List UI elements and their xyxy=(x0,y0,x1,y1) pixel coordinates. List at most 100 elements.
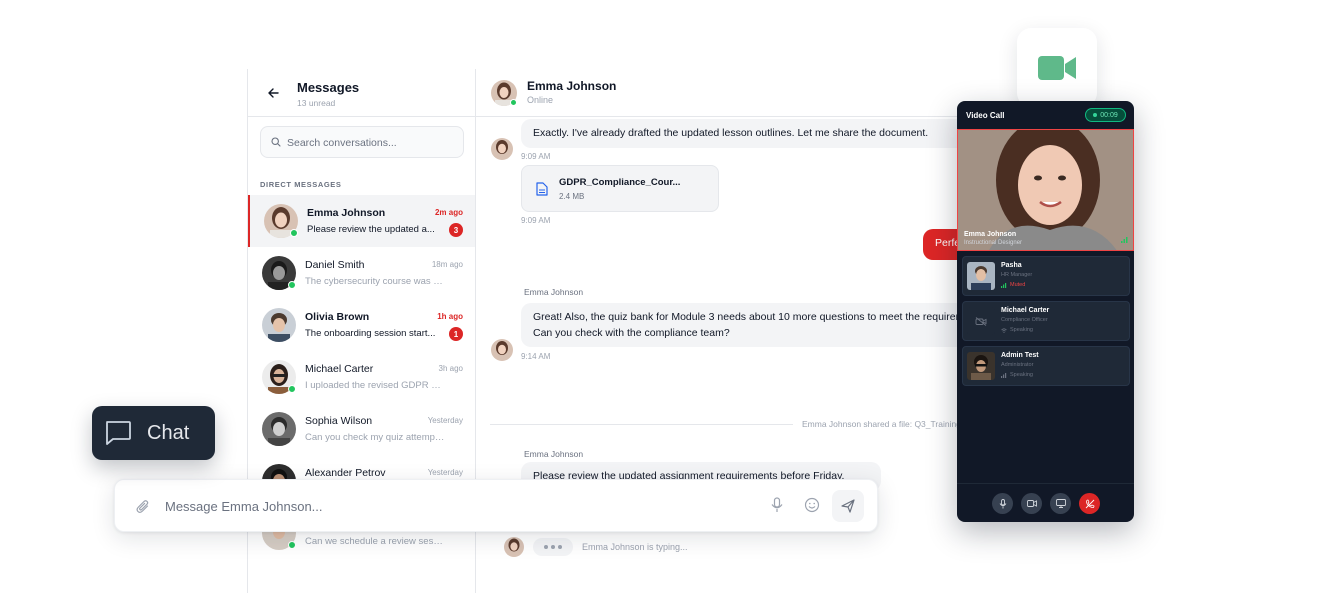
participant-status: Speaking xyxy=(1001,327,1033,333)
end-call-icon xyxy=(1085,499,1094,508)
section-label: DIRECT MESSAGES xyxy=(260,180,342,189)
online-indicator xyxy=(288,281,296,289)
avatar xyxy=(491,138,513,160)
contact-status: Online xyxy=(527,95,554,105)
online-indicator xyxy=(288,541,296,549)
participant-card-michael-carter[interactable]: Michael Carter Compliance Officer Speaki… xyxy=(962,301,1130,341)
call-controls xyxy=(957,483,1134,522)
conversation-name: Emma Johnson xyxy=(307,207,386,219)
conversation-item-sophia-wilson[interactable]: Sophia Wilson Yesterday Can you check my… xyxy=(248,403,475,455)
call-timer: 00:09 xyxy=(1085,108,1126,122)
message-time: 9:09 AM xyxy=(521,152,551,161)
conversation-item-olivia-brown[interactable]: Olivia Brown 1h ago The onboarding sessi… xyxy=(248,299,475,351)
divider xyxy=(490,424,793,425)
signal-icon xyxy=(1001,372,1007,378)
main-participant-name: Emma Johnson xyxy=(964,231,1017,238)
message-bubble: Exactly. I've already drafted the update… xyxy=(521,119,966,148)
file-attachment[interactable]: GDPR_Compliance_Cour... 2.4 MB xyxy=(521,165,719,212)
conversation-name: Olivia Brown xyxy=(305,311,370,323)
video-camera-icon xyxy=(1038,55,1076,80)
video-call-title: Video Call xyxy=(966,111,1005,120)
screen-share-button[interactable] xyxy=(1050,493,1071,514)
conversation-preview: I uploaded the revised GDPR co... xyxy=(305,380,445,391)
participant-name: Michael Carter xyxy=(1001,307,1050,314)
message-sender: Emma Johnson xyxy=(524,287,584,297)
conversation-preview: Can you check my quiz attempt r... xyxy=(305,432,445,443)
conversation-name: Michael Carter xyxy=(305,363,374,375)
message-input-placeholder[interactable]: Message Emma Johnson... xyxy=(165,499,323,514)
back-button[interactable] xyxy=(266,86,280,100)
file-size: 2.4 MB xyxy=(559,192,585,201)
avatar xyxy=(491,339,513,361)
microphone-icon xyxy=(999,498,1006,508)
message-time: 9:09 AM xyxy=(521,216,551,225)
back-arrow-icon xyxy=(268,88,279,98)
video-camera-tile[interactable] xyxy=(1017,28,1097,107)
conversation-time: 2m ago xyxy=(434,208,463,217)
microphone-icon[interactable] xyxy=(771,497,783,513)
participant-status-text: Speaking xyxy=(1010,327,1033,333)
signal-icon xyxy=(1121,237,1128,243)
message-composer[interactable]: Message Emma Johnson... xyxy=(114,479,878,532)
unread-badge: 1 xyxy=(449,327,463,341)
participant-name: Pasha xyxy=(1001,262,1022,269)
message-sender: Emma Johnson xyxy=(524,449,584,459)
paperclip-icon[interactable] xyxy=(136,499,150,514)
camera-off-placeholder xyxy=(967,307,995,335)
participant-role: Administrator xyxy=(1001,362,1034,368)
participant-status-text: Muted xyxy=(1010,282,1026,288)
conversation-name: Sophia Wilson xyxy=(305,415,373,427)
send-icon xyxy=(841,499,855,513)
avatar xyxy=(262,308,296,342)
chat-header: Emma Johnson Online xyxy=(476,69,966,117)
participant-card-admin-test[interactable]: Admin Test Administrator Speaking xyxy=(962,346,1130,386)
chat-launcher-button[interactable]: Chat xyxy=(92,406,215,460)
search-icon xyxy=(271,137,281,147)
typing-text: Emma Johnson is typing... xyxy=(582,542,688,552)
search-placeholder: Search conversations... xyxy=(287,137,397,149)
video-call-panel: Video Call 00:09 Emma Johnson Instructio… xyxy=(957,101,1134,522)
conversation-name: Daniel Smith xyxy=(305,259,365,271)
participant-role: Compliance Officer xyxy=(1001,317,1048,323)
conversation-preview: The onboarding session start... xyxy=(305,328,436,339)
signal-icon xyxy=(1001,282,1007,288)
emoji-icon[interactable] xyxy=(804,497,820,513)
send-button[interactable] xyxy=(832,490,864,522)
conversation-time: 3h ago xyxy=(438,364,463,373)
avatar xyxy=(504,537,524,557)
message-line: Can you check with the compliance team? xyxy=(533,327,730,339)
participant-status-text: Speaking xyxy=(1010,372,1033,378)
contact-name: Emma Johnson xyxy=(527,79,617,93)
end-call-button[interactable] xyxy=(1079,493,1100,514)
sidebar-title: Messages xyxy=(297,80,360,95)
system-message: Emma Johnson shared a file: Q3_Training xyxy=(802,419,961,429)
search-input[interactable]: Search conversations... xyxy=(260,126,464,158)
unread-count: 13 unread xyxy=(297,98,336,108)
conversation-time: 1h ago xyxy=(437,312,463,321)
main-video-feed[interactable]: Emma Johnson Instructional Designer xyxy=(957,129,1134,251)
participant-status: Muted xyxy=(1001,282,1025,288)
online-indicator xyxy=(290,229,298,237)
conversation-time: 18m ago xyxy=(431,260,463,269)
participant-status: Speaking xyxy=(1001,372,1033,378)
camera-toggle-button[interactable] xyxy=(1021,493,1042,514)
camera-off-icon xyxy=(975,316,987,326)
file-icon xyxy=(536,182,548,196)
conversation-time: Yesterday xyxy=(427,416,463,425)
message-time: 9:14 AM xyxy=(521,352,551,361)
video-camera-icon xyxy=(1026,500,1037,507)
screen-share-icon xyxy=(1055,499,1066,508)
mute-button[interactable] xyxy=(992,493,1013,514)
app-stage: Messages 13 unread Search conversations.… xyxy=(0,0,1340,593)
message-line: Great! Also, the quiz bank for Module 3 … xyxy=(533,311,966,323)
avatar xyxy=(967,262,995,290)
conversation-item-emma-johnson[interactable]: Emma Johnson 2m ago Please review the up… xyxy=(248,195,475,247)
conversation-preview: Please review the updated a... xyxy=(307,224,435,235)
participant-card-pasha[interactable]: Pasha HR Manager Muted xyxy=(962,256,1130,296)
participant-name: Admin Test xyxy=(1001,352,1039,359)
conversation-name: Alexander Petrov xyxy=(305,467,386,479)
avatar xyxy=(262,412,296,446)
conversation-item-daniel-smith[interactable]: Daniel Smith 18m ago The cybersecurity c… xyxy=(248,247,475,299)
conversation-item-michael-carter[interactable]: Michael Carter 3h ago I uploaded the rev… xyxy=(248,351,475,403)
message-bubble: Great! Also, the quiz bank for Module 3 … xyxy=(521,303,966,347)
